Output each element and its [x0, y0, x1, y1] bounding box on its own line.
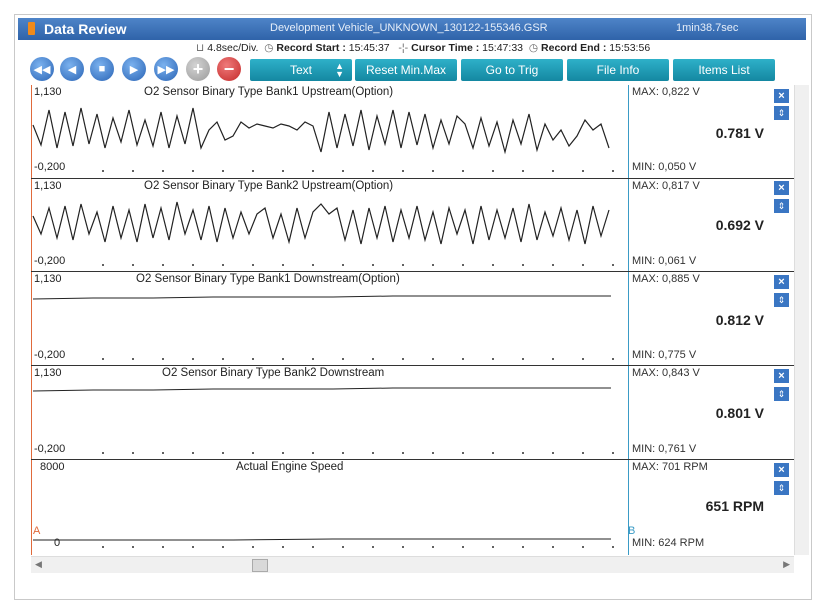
ch1-ymax: 1,130: [34, 86, 62, 98]
ch2-updown-icon[interactable]: ⇕: [774, 199, 789, 213]
ch2-grid-dots: [88, 264, 618, 266]
scroll-left-icon[interactable]: ◀: [35, 559, 42, 570]
ch2-close-icon[interactable]: ×: [774, 181, 789, 195]
ch5-close-icon[interactable]: ×: [774, 463, 789, 477]
ch1-close-icon[interactable]: ×: [774, 89, 789, 103]
ch1-grid-dots: [88, 170, 618, 172]
ch1-current-value: 0.781 V: [715, 125, 764, 141]
ch3-max: MAX: 0,885 V: [632, 273, 700, 285]
ch5-max: MAX: 701 RPM: [632, 461, 708, 473]
ch5-waveform: [33, 538, 611, 541]
go-to-trig-button[interactable]: Go to Trig: [461, 59, 563, 81]
scroll-right-icon[interactable]: ▶: [783, 559, 790, 570]
ch3-waveform: [32, 295, 611, 300]
ch4-close-icon[interactable]: ×: [774, 369, 789, 383]
clock-end-icon: ◷: [528, 42, 539, 54]
ch1-max: MAX: 0,822 V: [632, 86, 700, 98]
ch1-min: MIN: 0,050 V: [632, 161, 697, 173]
updown-icon: ▲ ▼: [335, 61, 344, 79]
channel-divider: [31, 271, 794, 272]
record-end-label: Record End :: [541, 42, 607, 54]
ch4-max: MAX: 0,843 V: [632, 367, 700, 379]
ch1-ymin: -0,200: [34, 161, 66, 173]
ch3-close-icon[interactable]: ×: [774, 275, 789, 289]
ch5-title: Actual Engine Speed: [236, 461, 344, 473]
time-division: 4.8sec/Div.: [207, 42, 259, 54]
fast-forward-icon[interactable]: ▶▶: [154, 57, 178, 81]
items-list-button[interactable]: Items List: [673, 59, 775, 81]
ch3-updown-icon[interactable]: ⇕: [774, 293, 789, 307]
title-bar: Data Review Development Vehicle_UNKNOWN_…: [18, 18, 806, 40]
ch3-ymax: 1,130: [34, 273, 62, 285]
info-bar: ⊔ 4.8sec/Div. ◷ Record Start : 15:45:37 -¦…: [196, 42, 650, 54]
channel-divider: [31, 178, 794, 179]
cursor-icon: -¦-: [398, 42, 409, 54]
ch4-updown-icon[interactable]: ⇕: [774, 387, 789, 401]
channel-divider: [31, 459, 794, 460]
ch4-ymin: -0,200: [34, 443, 66, 455]
minus-icon[interactable]: −: [217, 57, 241, 81]
ch4-waveform: [32, 387, 611, 392]
text-select-label: Text: [289, 63, 312, 77]
play-icon[interactable]: ▶: [122, 57, 146, 81]
clock-start-icon: ◷: [264, 42, 274, 54]
text-select[interactable]: Text ▲ ▼: [250, 59, 352, 81]
ch2-waveform: [32, 201, 610, 245]
file-info-button[interactable]: File Info: [567, 59, 669, 81]
ch3-current-value: 0.812 V: [715, 312, 764, 328]
ch4-current-value: 0.801 V: [715, 405, 764, 421]
file-name: Development Vehicle_UNKNOWN_130122-15534…: [270, 22, 548, 34]
cursor-b-label: B: [628, 525, 636, 537]
cursor-a-label: A: [33, 525, 41, 537]
app-icon: [28, 22, 35, 35]
ch2-ymax: 1,130: [34, 180, 62, 192]
ch3-min: MIN: 0,775 V: [632, 349, 697, 361]
record-start-label: Record Start :: [276, 42, 346, 54]
step-back-icon[interactable]: ◀: [60, 57, 84, 81]
ch3-ymin: -0,200: [34, 349, 66, 361]
ch4-ymax: 1,130: [34, 367, 62, 379]
ch2-ymin: -0,200: [34, 255, 66, 267]
record-end: 15:53:56: [609, 42, 651, 54]
ch1-waveform: [32, 107, 610, 155]
record-start: 15:45:37: [348, 42, 390, 54]
ch2-max: MAX: 0,817 V: [632, 180, 700, 192]
ch4-title: O2 Sensor Binary Type Bank2 Downstream: [162, 367, 385, 379]
reset-minmax-button[interactable]: Reset Min.Max: [355, 59, 457, 81]
ch5-grid-dots: [88, 546, 618, 548]
ch4-grid-dots: [88, 452, 618, 454]
ch2-title: O2 Sensor Binary Type Bank2 Upstream(Opt…: [144, 180, 394, 192]
ch3-grid-dots: [88, 358, 618, 360]
ch4-min: MIN: 0,761 V: [632, 443, 697, 455]
ch5-min: MIN: 624 RPM: [632, 537, 705, 549]
horizontal-scrollbar[interactable]: ◀ ▶: [31, 556, 794, 573]
record-duration: 1min38.7sec: [676, 22, 739, 34]
ch1-updown-icon[interactable]: ⇕: [774, 106, 789, 120]
ch2-min: MIN: 0,061 V: [632, 255, 697, 267]
stop-icon[interactable]: ■: [90, 57, 114, 81]
cursor-time: 15:47:33: [482, 42, 523, 54]
time-division-icon: ⊔: [196, 42, 205, 54]
ch5-updown-icon[interactable]: ⇕: [774, 481, 789, 495]
ch5-current-value: 651 RPM: [705, 498, 764, 514]
scroll-thumb[interactable]: [252, 559, 268, 572]
vertical-scrollbar[interactable]: [794, 85, 809, 555]
ch2-current-value: 0.692 V: [715, 217, 764, 233]
cursor-time-label: Cursor Time :: [411, 42, 480, 54]
app-title: Data Review: [44, 21, 127, 37]
ch3-title: O2 Sensor Binary Type Bank1 Downstream(O…: [136, 273, 400, 285]
ch1-title: O2 Sensor Binary Type Bank1 Upstream(Opt…: [144, 86, 394, 98]
fast-backward-icon[interactable]: ◀◀: [30, 57, 54, 81]
ch5-ymax: 8000: [40, 461, 65, 473]
plus-icon[interactable]: +: [186, 57, 210, 81]
channel-divider: [31, 365, 794, 366]
